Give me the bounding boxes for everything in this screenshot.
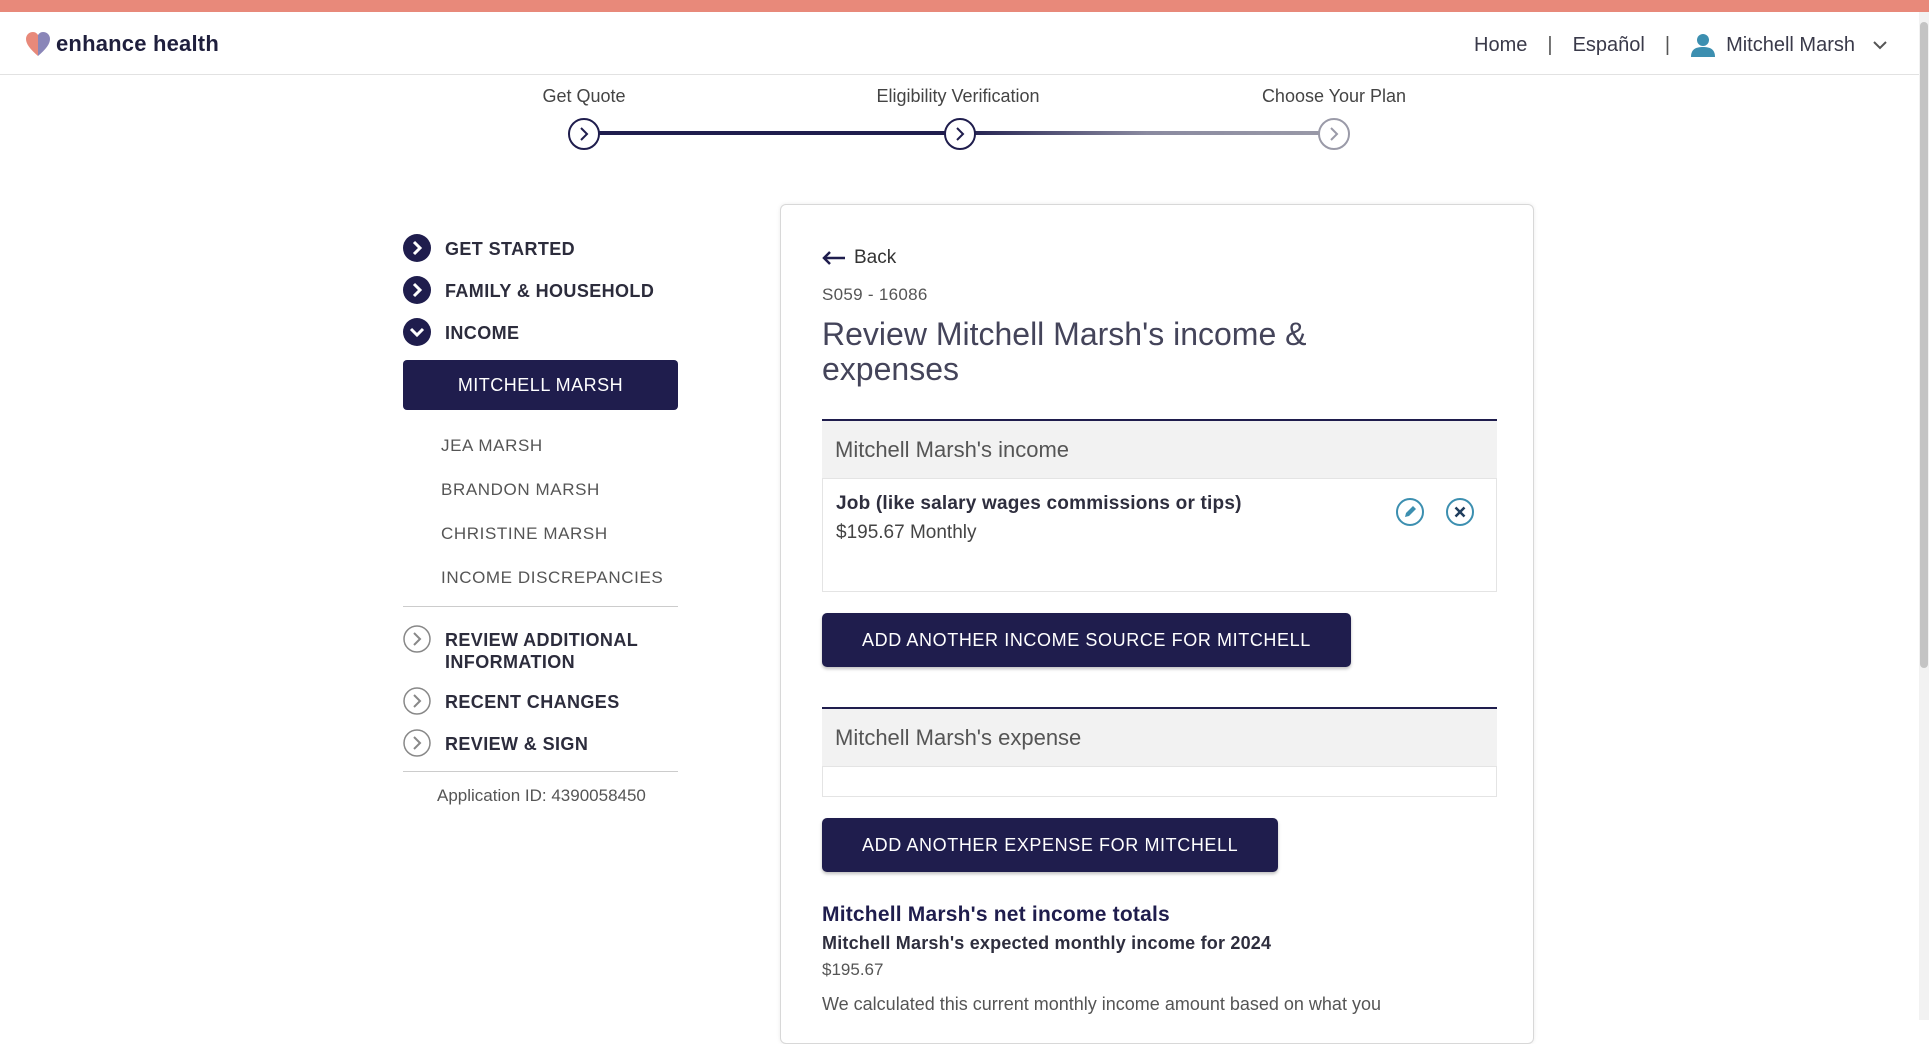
chevron-right-filled-icon [403, 234, 431, 262]
page-scrollbar[interactable] [1919, 12, 1929, 1020]
chevron-right-icon [956, 127, 965, 141]
user-name: Mitchell Marsh [1726, 33, 1855, 56]
brand-name: enhance health [56, 31, 219, 56]
sidebar-item-label: FAMILY & HOUSEHOLD [445, 281, 655, 301]
step-label-get-quote: Get Quote [542, 86, 626, 106]
add-income-source-button[interactable]: ADD ANOTHER INCOME SOURCE FOR MITCHELL [822, 613, 1351, 667]
sidebar-item-label: RECENT CHANGES [445, 692, 620, 712]
sidebar-item-label: GET STARTED [445, 239, 576, 259]
back-label: Back [854, 247, 897, 268]
user-menu[interactable]: Mitchell Marsh [1690, 32, 1889, 58]
delete-x-icon[interactable] [1445, 497, 1475, 527]
sidebar-divider [403, 771, 678, 772]
application-sidebar: GET STARTED FAMILY & HOUSEHOLD INCOME MI… [403, 234, 703, 806]
step-eligibility[interactable] [944, 118, 976, 150]
income-row: Job (like salary wages commissions or ti… [822, 479, 1497, 592]
chevron-right-icon [1330, 127, 1339, 141]
expense-panel: Mitchell Marsh's expense [822, 707, 1497, 797]
chevron-right-icon [580, 127, 589, 141]
chevron-right-filled-icon [403, 276, 431, 304]
sidebar-divider [403, 606, 678, 607]
header: enhance health Home | Español | Mitchell… [0, 12, 1929, 75]
income-panel: Mitchell Marsh's income Job (like salary… [822, 419, 1497, 592]
step-get-quote[interactable] [568, 118, 600, 150]
sidebar-item-income[interactable]: INCOME [403, 318, 703, 346]
step-connector-complete [584, 131, 960, 135]
sidebar-subitem-brandon-marsh[interactable]: BRANDON MARSH [403, 468, 703, 512]
nav-separator: | [1664, 33, 1671, 56]
back-link[interactable]: Back [822, 247, 896, 269]
chevron-right-outline-icon [403, 729, 431, 757]
step-choose-plan[interactable] [1318, 118, 1350, 150]
totals-note: We calculated this current monthly incom… [822, 994, 1381, 1014]
application-id: Application ID: 4390058450 [437, 786, 646, 805]
expense-panel-heading: Mitchell Marsh's expense [822, 709, 1497, 767]
nav-home-link[interactable]: Home [1474, 34, 1527, 57]
heart-logo-icon [26, 32, 50, 56]
sidebar-item-review-sign[interactable]: REVIEW & SIGN [403, 729, 703, 757]
totals-value: $195.67 [822, 960, 884, 979]
sidebar-subitem-christine-marsh[interactable]: CHRISTINE MARSH [403, 512, 703, 556]
sidebar-item-label: REVIEW ADDITIONAL INFORMATION [445, 630, 638, 672]
expense-empty-body [822, 767, 1497, 797]
top-nav: Home | Español | Mitchell Marsh [1474, 32, 1889, 58]
sidebar-item-family-household[interactable]: FAMILY & HOUSEHOLD [403, 276, 703, 304]
income-review-card: Back S059 - 16086 Review Mitchell Marsh'… [780, 204, 1534, 1044]
nav-separator: | [1547, 33, 1553, 56]
user-icon [1691, 34, 1716, 57]
edit-pencil-icon[interactable] [1395, 497, 1425, 527]
totals-subheading: Mitchell Marsh's expected monthly income… [822, 933, 1272, 953]
chevron-down-icon [1873, 41, 1887, 50]
step-label-eligibility: Eligibility Verification [876, 86, 1040, 106]
sidebar-item-label: REVIEW & SIGN [445, 734, 589, 754]
page-title: Review Mitchell Marsh's income & expense… [822, 316, 1307, 387]
sidebar-item-get-started[interactable]: GET STARTED [403, 234, 703, 262]
income-source-title: Job (like salary wages commissions or ti… [836, 493, 1242, 514]
nav-language-link[interactable]: Español [1573, 34, 1645, 57]
income-source-amount: $195.67 Monthly [836, 522, 977, 543]
sidebar-item-label: INCOME [445, 323, 520, 343]
case-id: S059 - 16086 [822, 285, 928, 304]
chevron-right-outline-icon [403, 687, 431, 715]
brand-logo[interactable]: enhance health [24, 30, 219, 58]
income-panel-heading: Mitchell Marsh's income [822, 421, 1497, 479]
sidebar-item-review-additional[interactable]: REVIEW ADDITIONAL INFORMATION [403, 625, 703, 673]
net-income-totals: Mitchell Marsh's net income totals Mitch… [822, 903, 1502, 1015]
sidebar-subitem-income-discrepancies[interactable]: INCOME DISCREPANCIES [403, 556, 703, 600]
totals-heading: Mitchell Marsh's net income totals [822, 903, 1170, 926]
scrollbar-thumb[interactable] [1920, 22, 1928, 668]
add-expense-button[interactable]: ADD ANOTHER EXPENSE FOR MITCHELL [822, 818, 1279, 872]
sidebar-subitem-mitchell-marsh[interactable]: MITCHELL MARSH [403, 360, 678, 410]
sidebar-item-recent-changes[interactable]: RECENT CHANGES [403, 687, 703, 715]
chevron-right-outline-icon [403, 625, 431, 653]
step-connector-pending [960, 131, 1334, 135]
step-label-choose-plan: Choose Your Plan [1261, 86, 1407, 106]
top-accent-stripe [0, 0, 1929, 12]
arrow-left-icon [822, 251, 845, 265]
chevron-down-filled-icon [403, 318, 431, 346]
sidebar-subitem-jea-marsh[interactable]: JEA MARSH [403, 424, 703, 468]
